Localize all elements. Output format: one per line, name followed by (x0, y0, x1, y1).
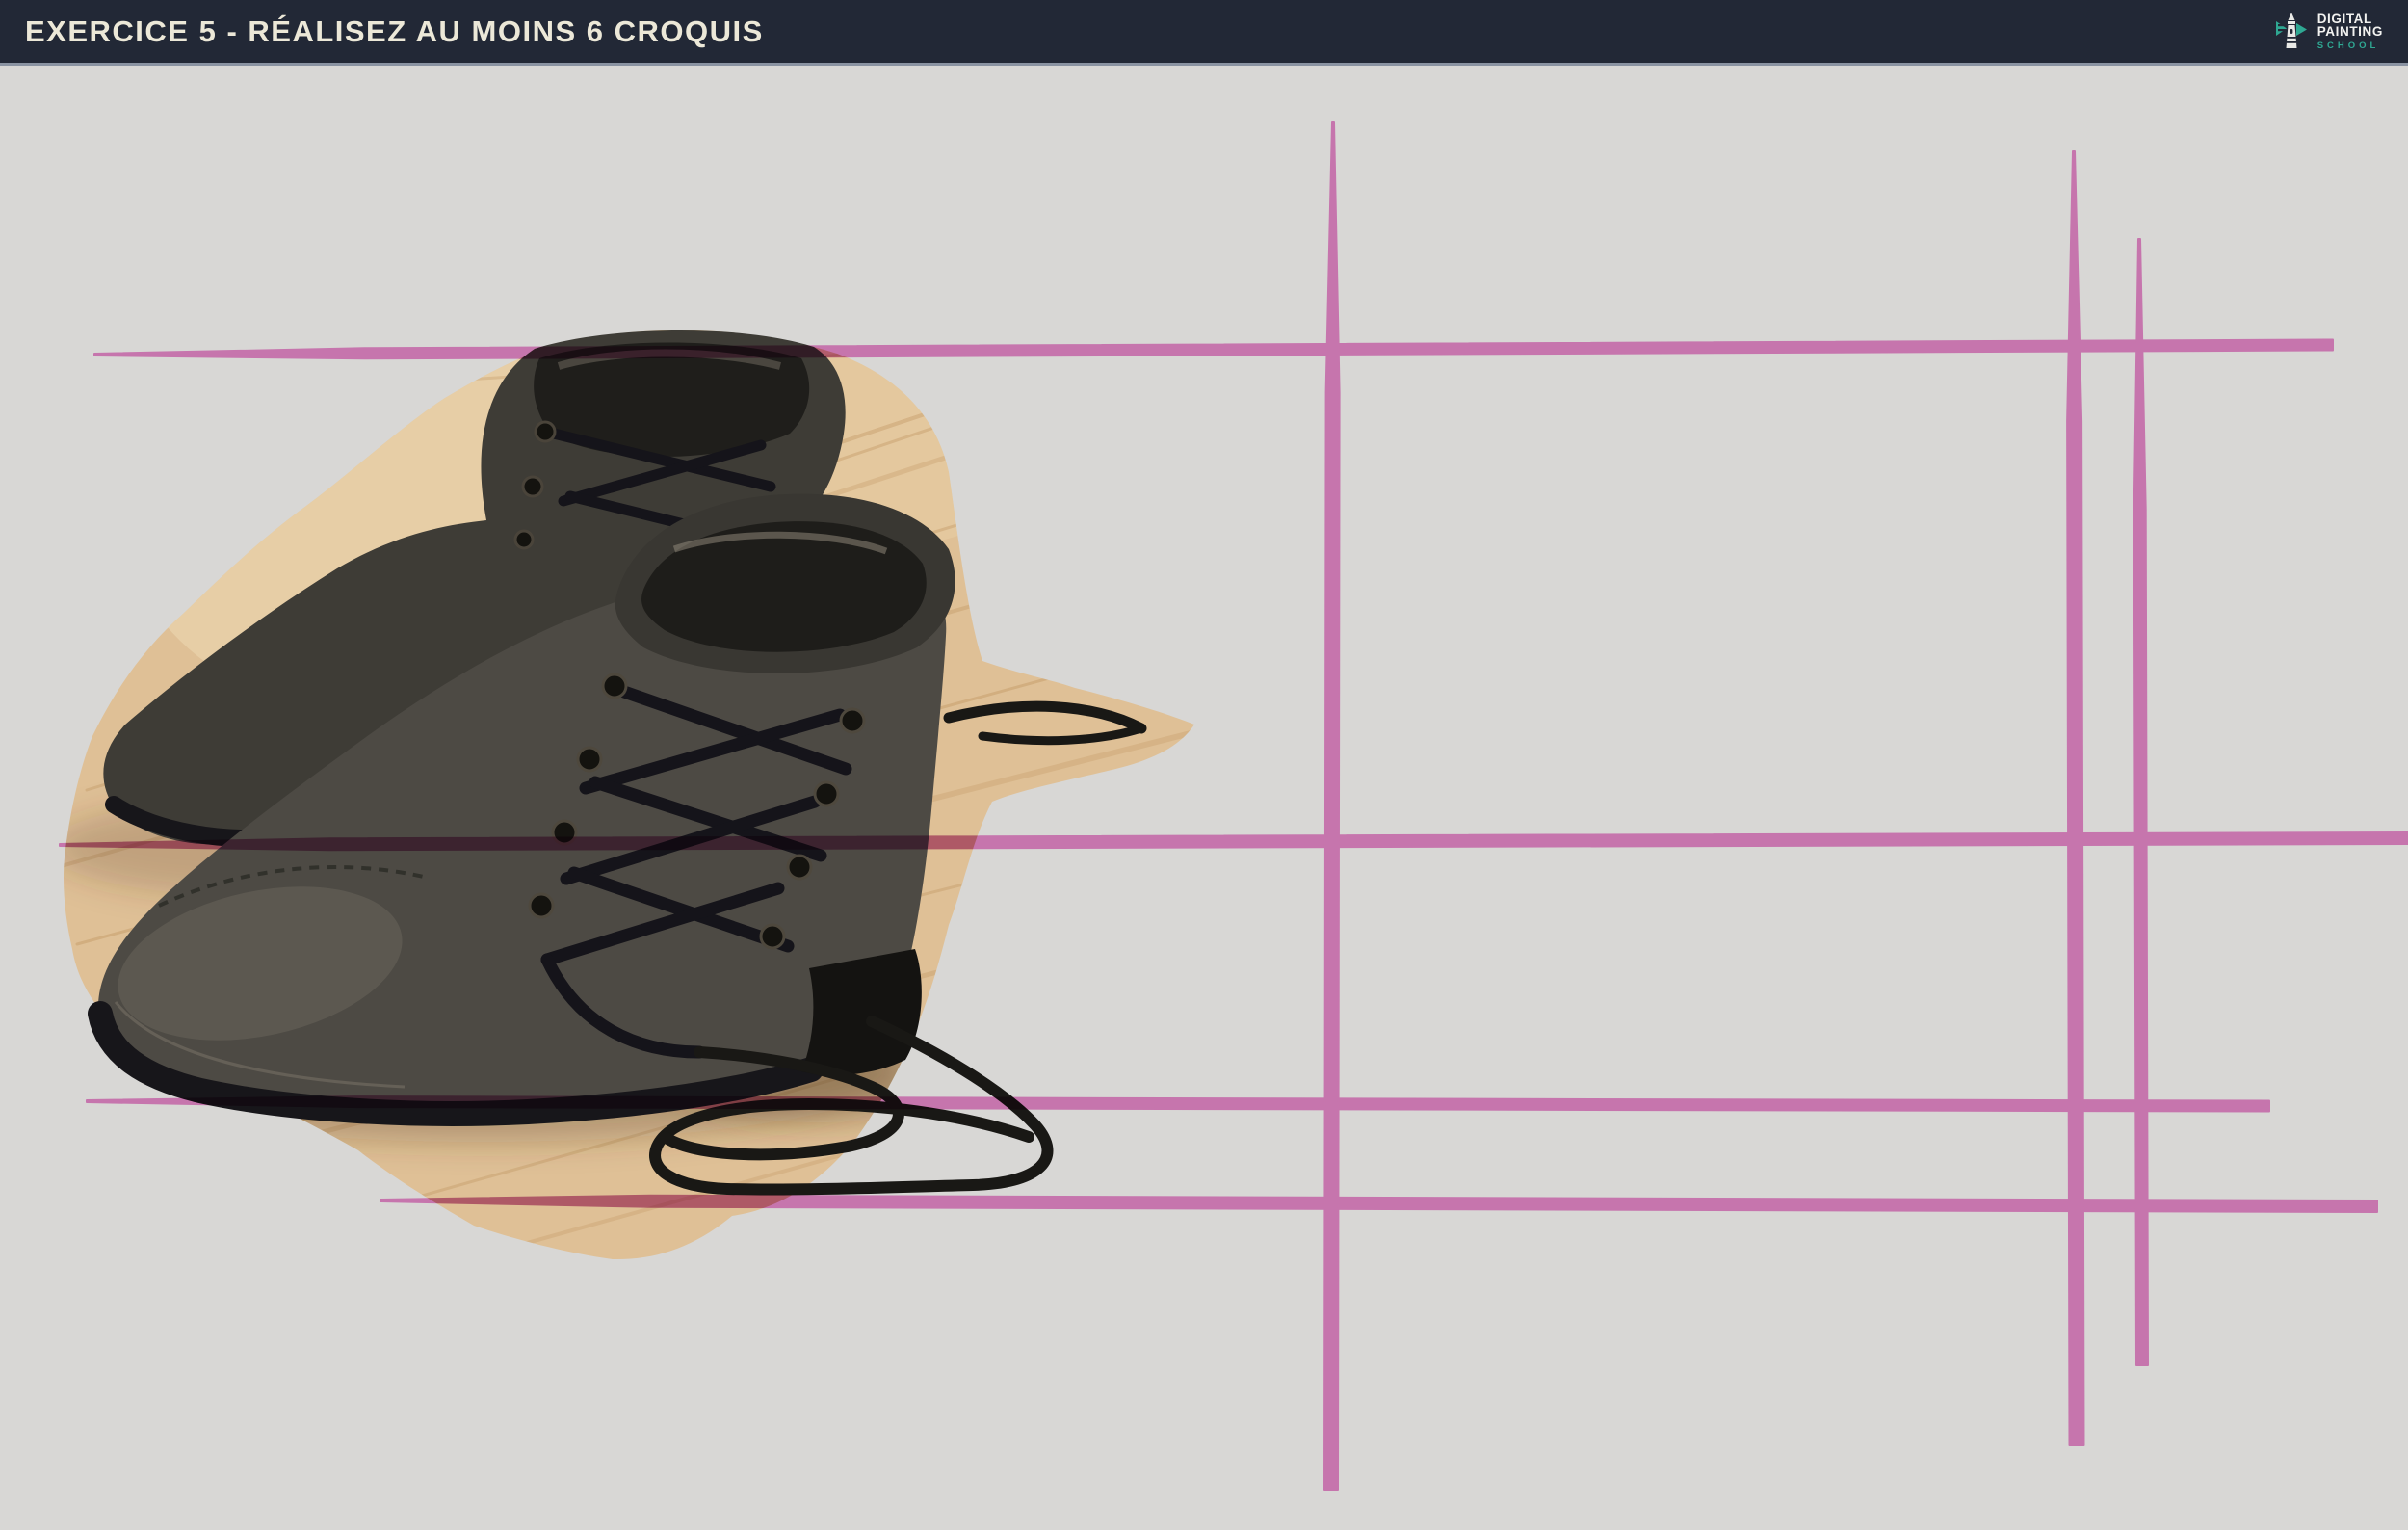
logo-word-digital: DIGITAL (2316, 11, 2372, 26)
lighthouse-icon (2275, 12, 2307, 48)
slide-title: EXERCICE 5 - RÉALISEZ AU MOINS 6 CROQUIS (25, 13, 764, 48)
header-bar: EXERCICE 5 - RÉALISEZ AU MOINS 6 CROQUIS… (0, 0, 2408, 66)
logo-word-painting: PAINTING (2316, 24, 2383, 40)
guide-line-v3 (2133, 238, 2149, 1366)
sketch-canvas (59, 121, 2408, 1491)
brand-logo: DIGITAL PAINTING SCHOOL (2274, 12, 2383, 52)
guide-line-v1 (1323, 121, 1341, 1491)
boot-heel (801, 949, 922, 1075)
boots-photo-cutout (63, 330, 1195, 1260)
logo-word-school: SCHOOL (2316, 40, 2380, 51)
guide-line-h1 (93, 338, 2334, 360)
slide: EXERCICE 5 - RÉALISEZ AU MOINS 6 CROQUIS… (0, 0, 2408, 1530)
